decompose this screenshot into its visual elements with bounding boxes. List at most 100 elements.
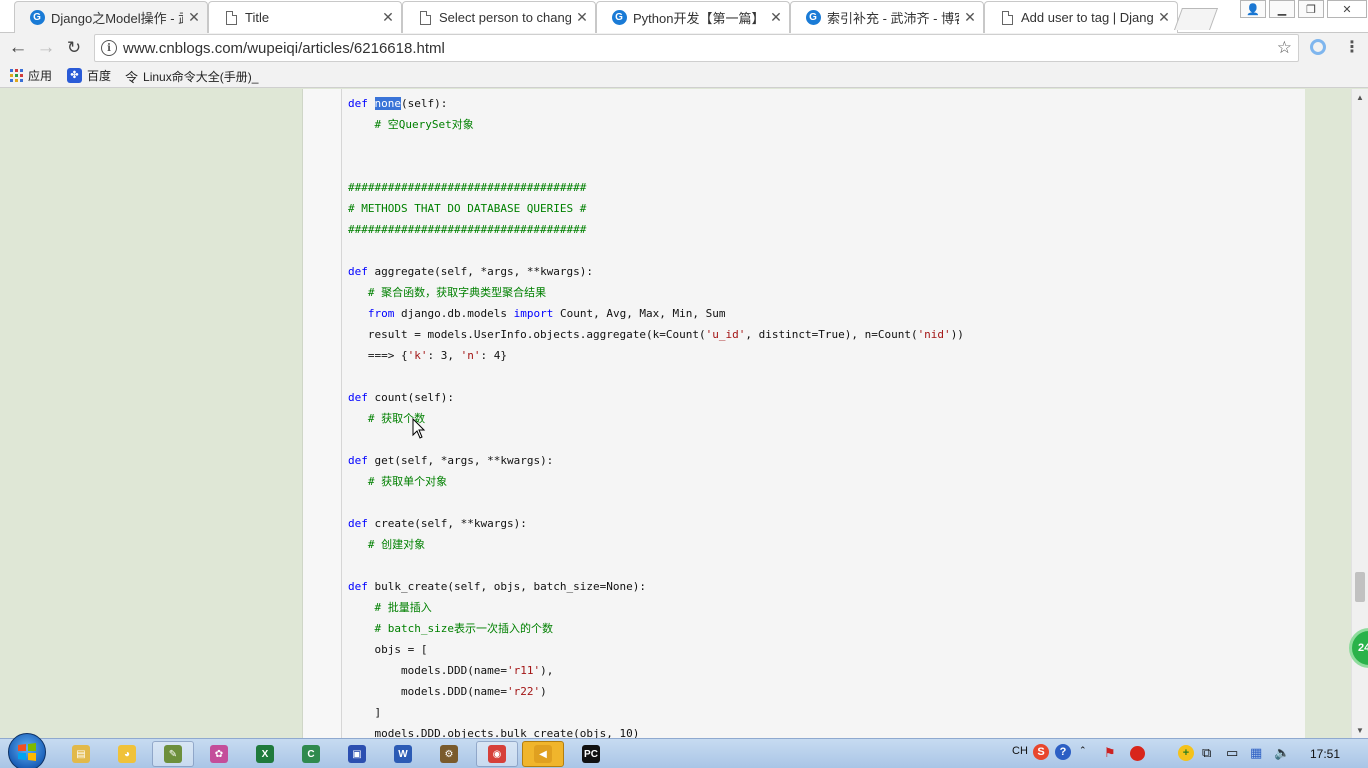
taskbar-app-7[interactable]: ▣ [336,741,378,767]
code-line: models.DDD(name='r22') [348,681,547,702]
menu-kebab-icon[interactable]: ⋮ [1344,37,1360,57]
notepad-icon: ✎ [164,745,182,763]
forward-button[interactable]: → [34,36,58,60]
taskbar-app-4[interactable]: ✿ [198,741,240,767]
code-token: ), [540,664,554,677]
taskbar-app-1[interactable]: ▤ [60,741,102,767]
code-line: def aggregate(self, *args, **kwargs): [348,261,593,282]
copy-window-icon[interactable]: ⧉ [1202,745,1211,761]
taskbar-app-2[interactable]: ◕ [106,741,148,767]
chrome-icon: ◉ [488,745,506,763]
reload-button[interactable]: ↻ [62,36,86,60]
code-line: #################################### [348,219,586,240]
sound-app-icon: ◀ [534,745,552,763]
code-line: models.DDD(name='r11'), [348,660,553,681]
code-line: def count(self): [348,387,454,408]
tab-title: Select person to chang [439,10,571,25]
taskbar-clock[interactable]: 17:51 [1310,747,1340,761]
start-button[interactable] [8,733,46,768]
taskbar-app-11[interactable]: ◀ [522,741,564,767]
address-bar[interactable]: i ☆ [94,34,1299,62]
tab-6[interactable]: Add user to tag | Djang ✕ [984,1,1178,33]
language-indicator[interactable]: CH [1012,745,1028,757]
page-viewport: def none(self): # 空QuerySet对象 ###########… [0,89,1351,738]
tab-5[interactable]: G 索引补充 - 武沛齐 - 博客 ✕ [790,1,984,33]
tab-close-icon[interactable]: ✕ [575,9,589,26]
taskbar-app-5[interactable]: X [244,741,286,767]
restore-button[interactable]: ❐ [1298,0,1324,18]
network-icon[interactable]: ▦ [1250,745,1262,761]
network-tool-icon[interactable]: ⚑ [1104,745,1116,761]
c-app-icon: C [302,745,320,763]
tab-close-icon[interactable]: ✕ [769,9,783,26]
code-line: models.DDD.objects.bulk_create(objs, 10) [348,723,639,738]
code-line: #################################### [348,177,586,198]
tab-4[interactable]: G Python开发【第一篇】 ✕ [596,1,790,33]
code-token: #################################### [348,181,587,194]
tab-close-icon[interactable]: ✕ [1157,9,1171,26]
tab-title: Django之Model操作 - 武 [51,11,183,26]
volume-icon[interactable]: 🔈 [1274,745,1290,761]
minimize-button[interactable]: ▁ [1269,0,1295,18]
taskbar-app-8[interactable]: W [382,741,424,767]
display-icon[interactable]: ▭ [1226,745,1238,761]
record-icon[interactable] [1130,746,1145,761]
user-profile-button[interactable]: 👤 [1240,0,1266,18]
code-token: : 4} [480,349,507,362]
scrollbar-thumb[interactable] [1355,572,1365,602]
taskbar-app-12[interactable]: PC [570,741,612,767]
code-token: # 聚合函数，获取字典类型聚合结果 [348,286,547,299]
tab-title: Python开发【第一篇】 [633,11,765,26]
code-line: # batch_size表示一次插入的个数 [348,618,552,639]
restore-icon: ❐ [1306,3,1316,16]
tray-expand-icon[interactable]: ⌃ [1079,745,1087,756]
sogou-ime-icon[interactable]: S [1033,744,1049,760]
extension-icon[interactable] [1310,39,1326,55]
code-line: # 创建对象 [348,534,425,555]
cnblogs-icon: G [611,10,627,26]
code-token: # 创建对象 [348,538,426,551]
bookmark-linux[interactable]: 令 Linux命令大全(手册)_ [125,67,258,86]
code-token: def [348,454,375,467]
bookmarks-bar: 应用 ✤ 百度 令 Linux命令大全(手册)_ [0,63,1368,88]
code-line: def none(self): [348,93,447,114]
back-button[interactable]: ← [6,36,30,60]
tab-close-icon[interactable]: ✕ [187,9,201,26]
minimize-icon: ▁ [1277,3,1287,16]
bookmark-star-icon[interactable]: ☆ [1277,38,1292,58]
tab-close-icon[interactable]: ✕ [381,9,395,26]
code-token: # METHODS THAT DO DATABASE QUERIES # [348,202,587,215]
back-arrow-icon: ← [8,37,28,58]
taskbar-app-6[interactable]: C [290,741,332,767]
code-token: Count, Avg, Max, Min, Sum [553,307,726,320]
code-token: # 获取单个对象 [348,475,448,488]
taskbar-app-3[interactable]: ✎ [152,741,194,767]
tab-1[interactable]: G Django之Model操作 - 武 ✕ [14,1,208,33]
tab-3[interactable]: Select person to chang ✕ [402,1,596,33]
bookmark-apps[interactable]: 应用 [10,67,52,84]
taskbar-app-10[interactable]: ◉ [476,741,518,767]
code-token: import [513,307,554,320]
code-token: count(self): [374,391,454,404]
code-line: result = models.UserInfo.objects.aggrega… [348,324,964,345]
close-window-button[interactable]: ✕ [1327,0,1367,18]
help-icon[interactable]: ? [1055,744,1071,760]
scroll-up-icon[interactable]: ▲ [1352,89,1368,105]
scroll-down-icon[interactable]: ▼ [1352,722,1368,738]
code-token: def [348,265,375,278]
tab-2[interactable]: Title ✕ [208,1,402,33]
code-token: ===> { [348,349,408,362]
code-token: def [348,391,375,404]
code-token: models.DDD(name= [348,685,507,698]
url-input[interactable] [123,38,1263,58]
site-info-icon[interactable]: i [101,40,117,56]
new-tab-button[interactable] [1173,8,1219,30]
taskbar-app-9[interactable]: ⚙ [428,741,470,767]
selected-text: none [374,97,401,110]
bookmark-baidu[interactable]: ✤ 百度 [67,67,111,84]
plus-tool-icon[interactable]: + [1178,745,1194,761]
mouse-cursor-icon [412,418,426,439]
badge-text: 24 [1358,642,1368,654]
tab-close-icon[interactable]: ✕ [963,9,977,26]
